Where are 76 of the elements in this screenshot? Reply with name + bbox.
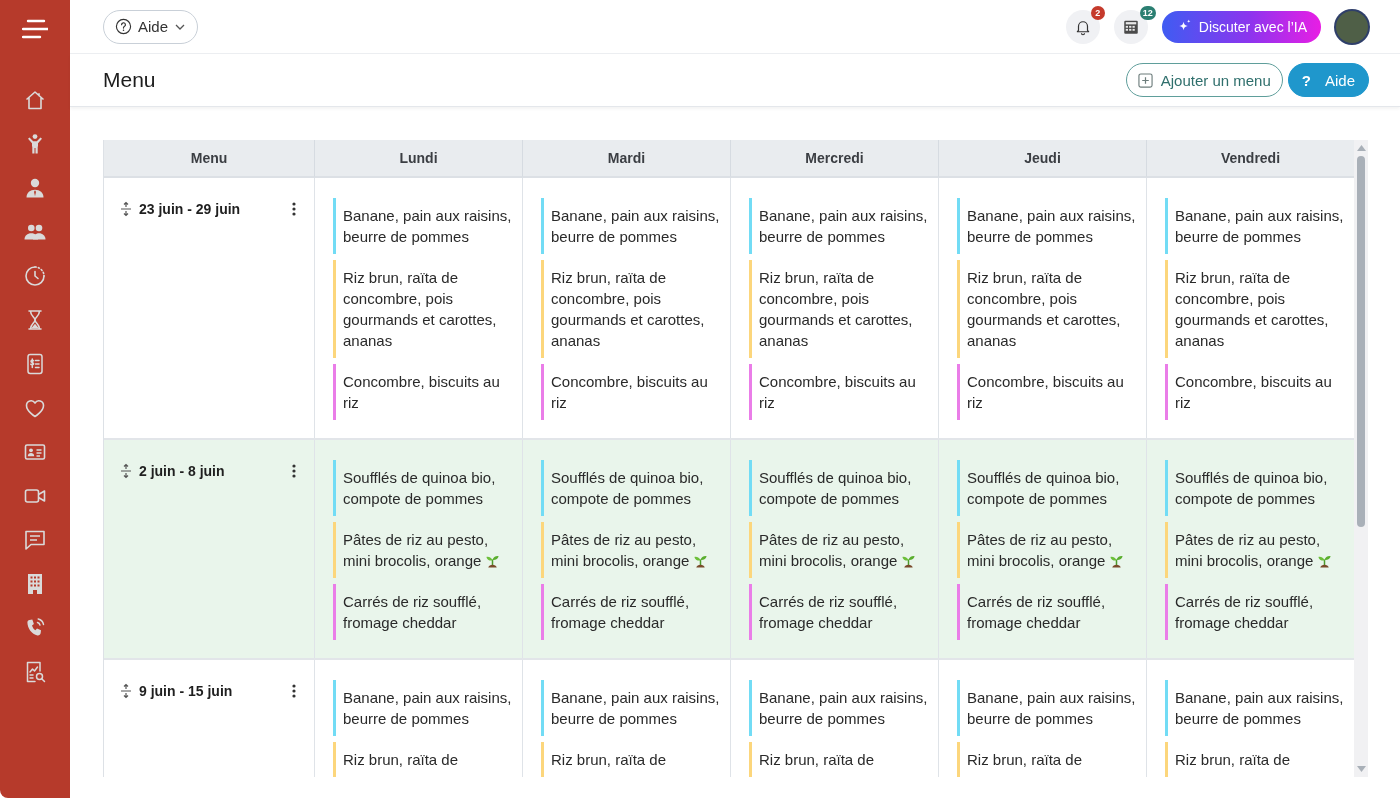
meal-text: Soufflés de quinoa bio, compote de pommes: [759, 469, 912, 507]
count-badge: 12: [1139, 5, 1156, 20]
meal-text: Banane, pain aux raisins, beurre de pommes: [343, 207, 512, 245]
plus-square-icon: [1137, 72, 1153, 88]
column-header: Lundi: [314, 140, 522, 178]
meal-text: Riz brun, raïta de: [759, 751, 875, 768]
meal-text: Pâtes de riz au pesto, mini brocolis, orange: [967, 531, 1113, 569]
column-header: Mardi: [522, 140, 730, 178]
meal-text: Carrés de riz soufflé, fromage cheddar: [551, 593, 690, 631]
drag-handle-icon[interactable]: [120, 463, 132, 479]
meal-text: Concombre, biscuits au riz: [1175, 373, 1332, 411]
more-options-icon[interactable]: [292, 202, 296, 216]
column-header: Vendredi: [1146, 140, 1354, 178]
meal-text: Banane, pain aux raisins, beurre de pommes: [759, 689, 928, 727]
more-options-icon[interactable]: [292, 464, 296, 478]
page-title: Menu: [103, 68, 156, 92]
seedling-icon: [1317, 553, 1333, 568]
notification-badge: 2: [1090, 5, 1105, 20]
meal-text: Pâtes de riz au pesto, mini brocolis, orange: [551, 531, 697, 569]
meal-text: Carrés de riz soufflé, fromage cheddar: [343, 593, 482, 631]
week-range: 9 juin - 15 juin: [139, 682, 233, 700]
meal-text: Concombre, biscuits au riz: [343, 373, 500, 411]
meal-text: Riz brun, raïta de: [551, 751, 667, 768]
meal-text: Banane, pain aux raisins, beurre de pommes: [967, 207, 1136, 245]
meal-text: Riz brun, raïta de concombre, pois gourmands et carottes, ananas: [1175, 269, 1329, 349]
meal-text: Carrés de riz soufflé, fromage cheddar: [759, 593, 898, 631]
meal-text: Riz brun, raïta de: [967, 751, 1083, 768]
meal-text: Riz brun, raïta de: [1175, 751, 1291, 768]
meal-text: Soufflés de quinoa bio, compote de pommes: [967, 469, 1120, 507]
notifications-button[interactable]: [1065, 9, 1100, 44]
drag-handle-icon[interactable]: [120, 683, 132, 699]
meal-text: Riz brun, raïta de concombre, pois gourmands et carottes, ananas: [551, 269, 705, 349]
meal-text: Concombre, biscuits au riz: [759, 373, 916, 411]
meal-text: Banane, pain aux raisins, beurre de pommes: [551, 207, 720, 245]
meal-text: Riz brun, raïta de concombre, pois gourmands et carottes, ananas: [759, 269, 913, 349]
meal-text: Banane, pain aux raisins, beurre de pommes: [551, 689, 720, 727]
meal-text: Banane, pain aux raisins, beurre de pommes: [1175, 207, 1344, 245]
meal-text: Banane, pain aux raisins, beurre de pommes: [343, 689, 512, 727]
meal-text: Soufflés de quinoa bio, compote de pommes: [1175, 469, 1328, 507]
column-header: Mercredi: [730, 140, 938, 178]
meal-text: Riz brun, raïta de concombre, pois gourmands et carottes, ananas: [967, 269, 1121, 349]
seedling-icon: [901, 553, 917, 568]
help-icon: [115, 18, 132, 35]
meal-text: Pâtes de riz au pesto, mini brocolis, orange: [1175, 531, 1321, 569]
meal-text: Carrés de riz soufflé, fromage cheddar: [1175, 593, 1314, 631]
week-range: 2 juin - 8 juin: [139, 462, 225, 480]
column-header: Menu: [104, 140, 314, 178]
seedling-icon: [485, 553, 501, 568]
meal-text: Banane, pain aux raisins, beurre de pommes: [1175, 689, 1344, 727]
help-dropdown[interactable]: Aide: [103, 9, 199, 44]
clock-icon[interactable]: [23, 264, 47, 288]
meal-text: Soufflés de quinoa bio, compote de pommes: [343, 469, 496, 507]
chat-icon[interactable]: [23, 528, 47, 552]
meal-text: Pâtes de riz au pesto, mini brocolis, orange: [343, 531, 489, 569]
meal-text: Pâtes de riz au pesto, mini brocolis, orange: [759, 531, 905, 569]
week-range: 23 juin - 29 juin: [139, 200, 241, 218]
meal-text: Banane, pain aux raisins, beurre de pommes: [967, 689, 1136, 727]
meal-text: Soufflés de quinoa bio, compote de pommes: [551, 469, 704, 507]
meal-text: Riz brun, raïta de concombre, pois gourmands et carottes, ananas: [343, 269, 497, 349]
add-menu-button[interactable]: Ajouter un menu: [1125, 63, 1283, 97]
meal-text: Concombre, biscuits au riz: [967, 373, 1124, 411]
scrollbar-thumb[interactable]: [1357, 156, 1365, 527]
seedling-icon: [1109, 553, 1125, 568]
column-header: Jeudi: [938, 140, 1146, 178]
ai-chat-button[interactable]: Discuter avec l’IA: [1161, 10, 1321, 43]
home-icon[interactable]: [23, 88, 47, 112]
meal-text: Carrés de riz soufflé, fromage cheddar: [967, 593, 1106, 631]
meal-text: Concombre, biscuits au riz: [551, 373, 708, 411]
help-button[interactable]: ? Aide: [1287, 63, 1369, 97]
meal-text: Banane, pain aux raisins, beurre de pommes: [759, 207, 928, 245]
more-options-icon[interactable]: [292, 684, 296, 698]
menu-icon[interactable]: [22, 19, 48, 39]
drag-handle-icon[interactable]: [120, 201, 132, 217]
meal-text: Riz brun, raïta de: [343, 751, 459, 768]
avatar[interactable]: [1336, 10, 1368, 43]
seedling-icon: [693, 553, 709, 568]
